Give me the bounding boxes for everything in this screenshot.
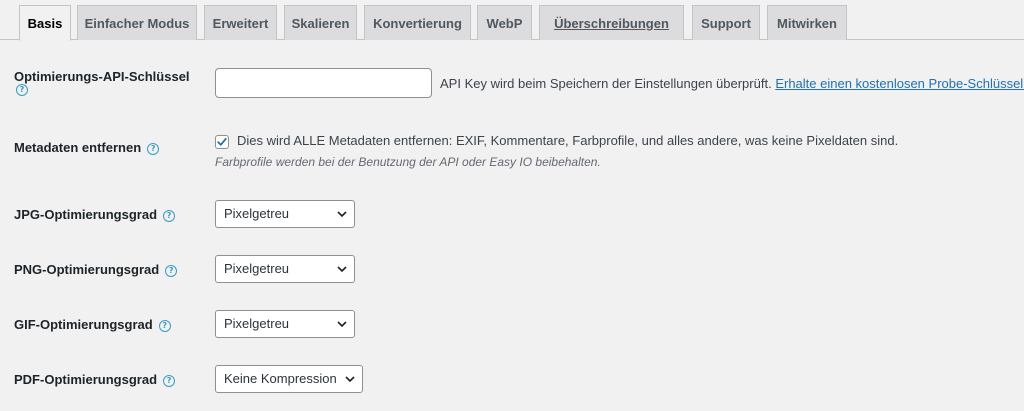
- api-key-input[interactable]: [215, 68, 432, 98]
- pdf-level-label: PDF-Optimierungsgrad?: [14, 372, 176, 387]
- tab-label: Support: [701, 15, 751, 31]
- png-level-select[interactable]: Pixelgetreu: [215, 255, 355, 283]
- tab-label: Basis: [27, 15, 63, 31]
- tab-label: Überschreibungen: [554, 15, 669, 31]
- gif-level-value: Pixelgetreu: [224, 316, 290, 331]
- api-key-label: Optimierungs-API-Schlüssel: [14, 69, 190, 84]
- tab-ueberschreibungen[interactable]: Überschreibungen: [539, 5, 684, 40]
- pdf-level-label-text: PDF-Optimierungsgrad: [14, 372, 158, 387]
- gif-level-label: GIF-Optimierungsgrad?: [14, 317, 171, 332]
- metadata-note: Farbprofile werden bei der Benutzung der…: [215, 155, 601, 169]
- tab-label: Mitwirken: [777, 15, 837, 31]
- jpg-level-label-text: JPG-Optimierungsgrad: [14, 207, 158, 222]
- png-level-value: Pixelgetreu: [224, 261, 290, 276]
- jpg-level-select[interactable]: Pixelgetreu: [215, 200, 355, 228]
- settings-tab-bar: Basis Einfacher Modus Erweitert Skaliere…: [0, 0, 1024, 41]
- gif-level-select[interactable]: Pixelgetreu: [215, 310, 355, 338]
- tab-erweitert[interactable]: Erweitert: [204, 5, 277, 40]
- chevron-down-icon: [337, 266, 347, 273]
- tab-skalieren[interactable]: Skalieren: [284, 5, 357, 40]
- tab-label: WebP: [486, 15, 523, 31]
- api-key-hint-text: API Key wird beim Speichern der Einstell…: [440, 76, 772, 91]
- question-mark-circle-icon[interactable]: ?: [163, 210, 176, 222]
- tab-label: Skalieren: [291, 15, 350, 31]
- chevron-down-icon: [337, 321, 347, 328]
- question-mark-circle-icon[interactable]: ?: [147, 143, 160, 155]
- tab-support[interactable]: Support: [692, 5, 760, 40]
- metadata-label-text: Metadaten entfernen: [14, 140, 142, 155]
- question-mark-circle-icon[interactable]: ?: [163, 375, 176, 387]
- api-key-description: API Key wird beim Speichern der Einstell…: [440, 76, 1024, 91]
- png-level-label-text: PNG-Optimierungsgrad: [14, 262, 160, 277]
- metadata-description: Dies wird ALLE Metadaten entfernen: EXIF…: [237, 133, 899, 148]
- jpg-level-value: Pixelgetreu: [224, 206, 290, 221]
- chevron-down-icon: [337, 211, 347, 218]
- metadata-label: Metadaten entfernen?: [14, 140, 160, 155]
- tab-label: Erweitert: [212, 15, 269, 31]
- tab-mitwirken[interactable]: Mitwirken: [767, 5, 847, 40]
- checkmark-icon: [217, 137, 227, 146]
- pdf-level-select[interactable]: Keine Kompression: [215, 365, 363, 393]
- tab-konvertierung[interactable]: Konvertierung: [364, 5, 471, 40]
- question-mark-circle-icon[interactable]: ?: [165, 265, 178, 277]
- remove-metadata-checkbox[interactable]: [215, 135, 229, 149]
- tab-label: Konvertierung: [373, 15, 462, 31]
- png-level-label: PNG-Optimierungsgrad?: [14, 262, 178, 277]
- jpg-level-label: JPG-Optimierungsgrad?: [14, 207, 176, 222]
- free-trial-key-link[interactable]: Erhalte einen kostenlosen Probe-Schlüsse…: [775, 76, 1024, 91]
- tab-webp[interactable]: WebP: [477, 5, 532, 40]
- tab-einfacher-modus[interactable]: Einfacher Modus: [77, 5, 197, 40]
- pdf-level-value: Keine Kompression: [224, 371, 337, 386]
- tab-label: Einfacher Modus: [84, 15, 190, 31]
- gif-level-label-text: GIF-Optimierungsgrad: [14, 317, 153, 332]
- question-mark-circle-icon[interactable]: ?: [16, 84, 28, 96]
- question-mark-circle-icon[interactable]: ?: [158, 320, 171, 332]
- tab-basis[interactable]: Basis: [19, 5, 71, 41]
- chevron-down-icon: [345, 376, 355, 383]
